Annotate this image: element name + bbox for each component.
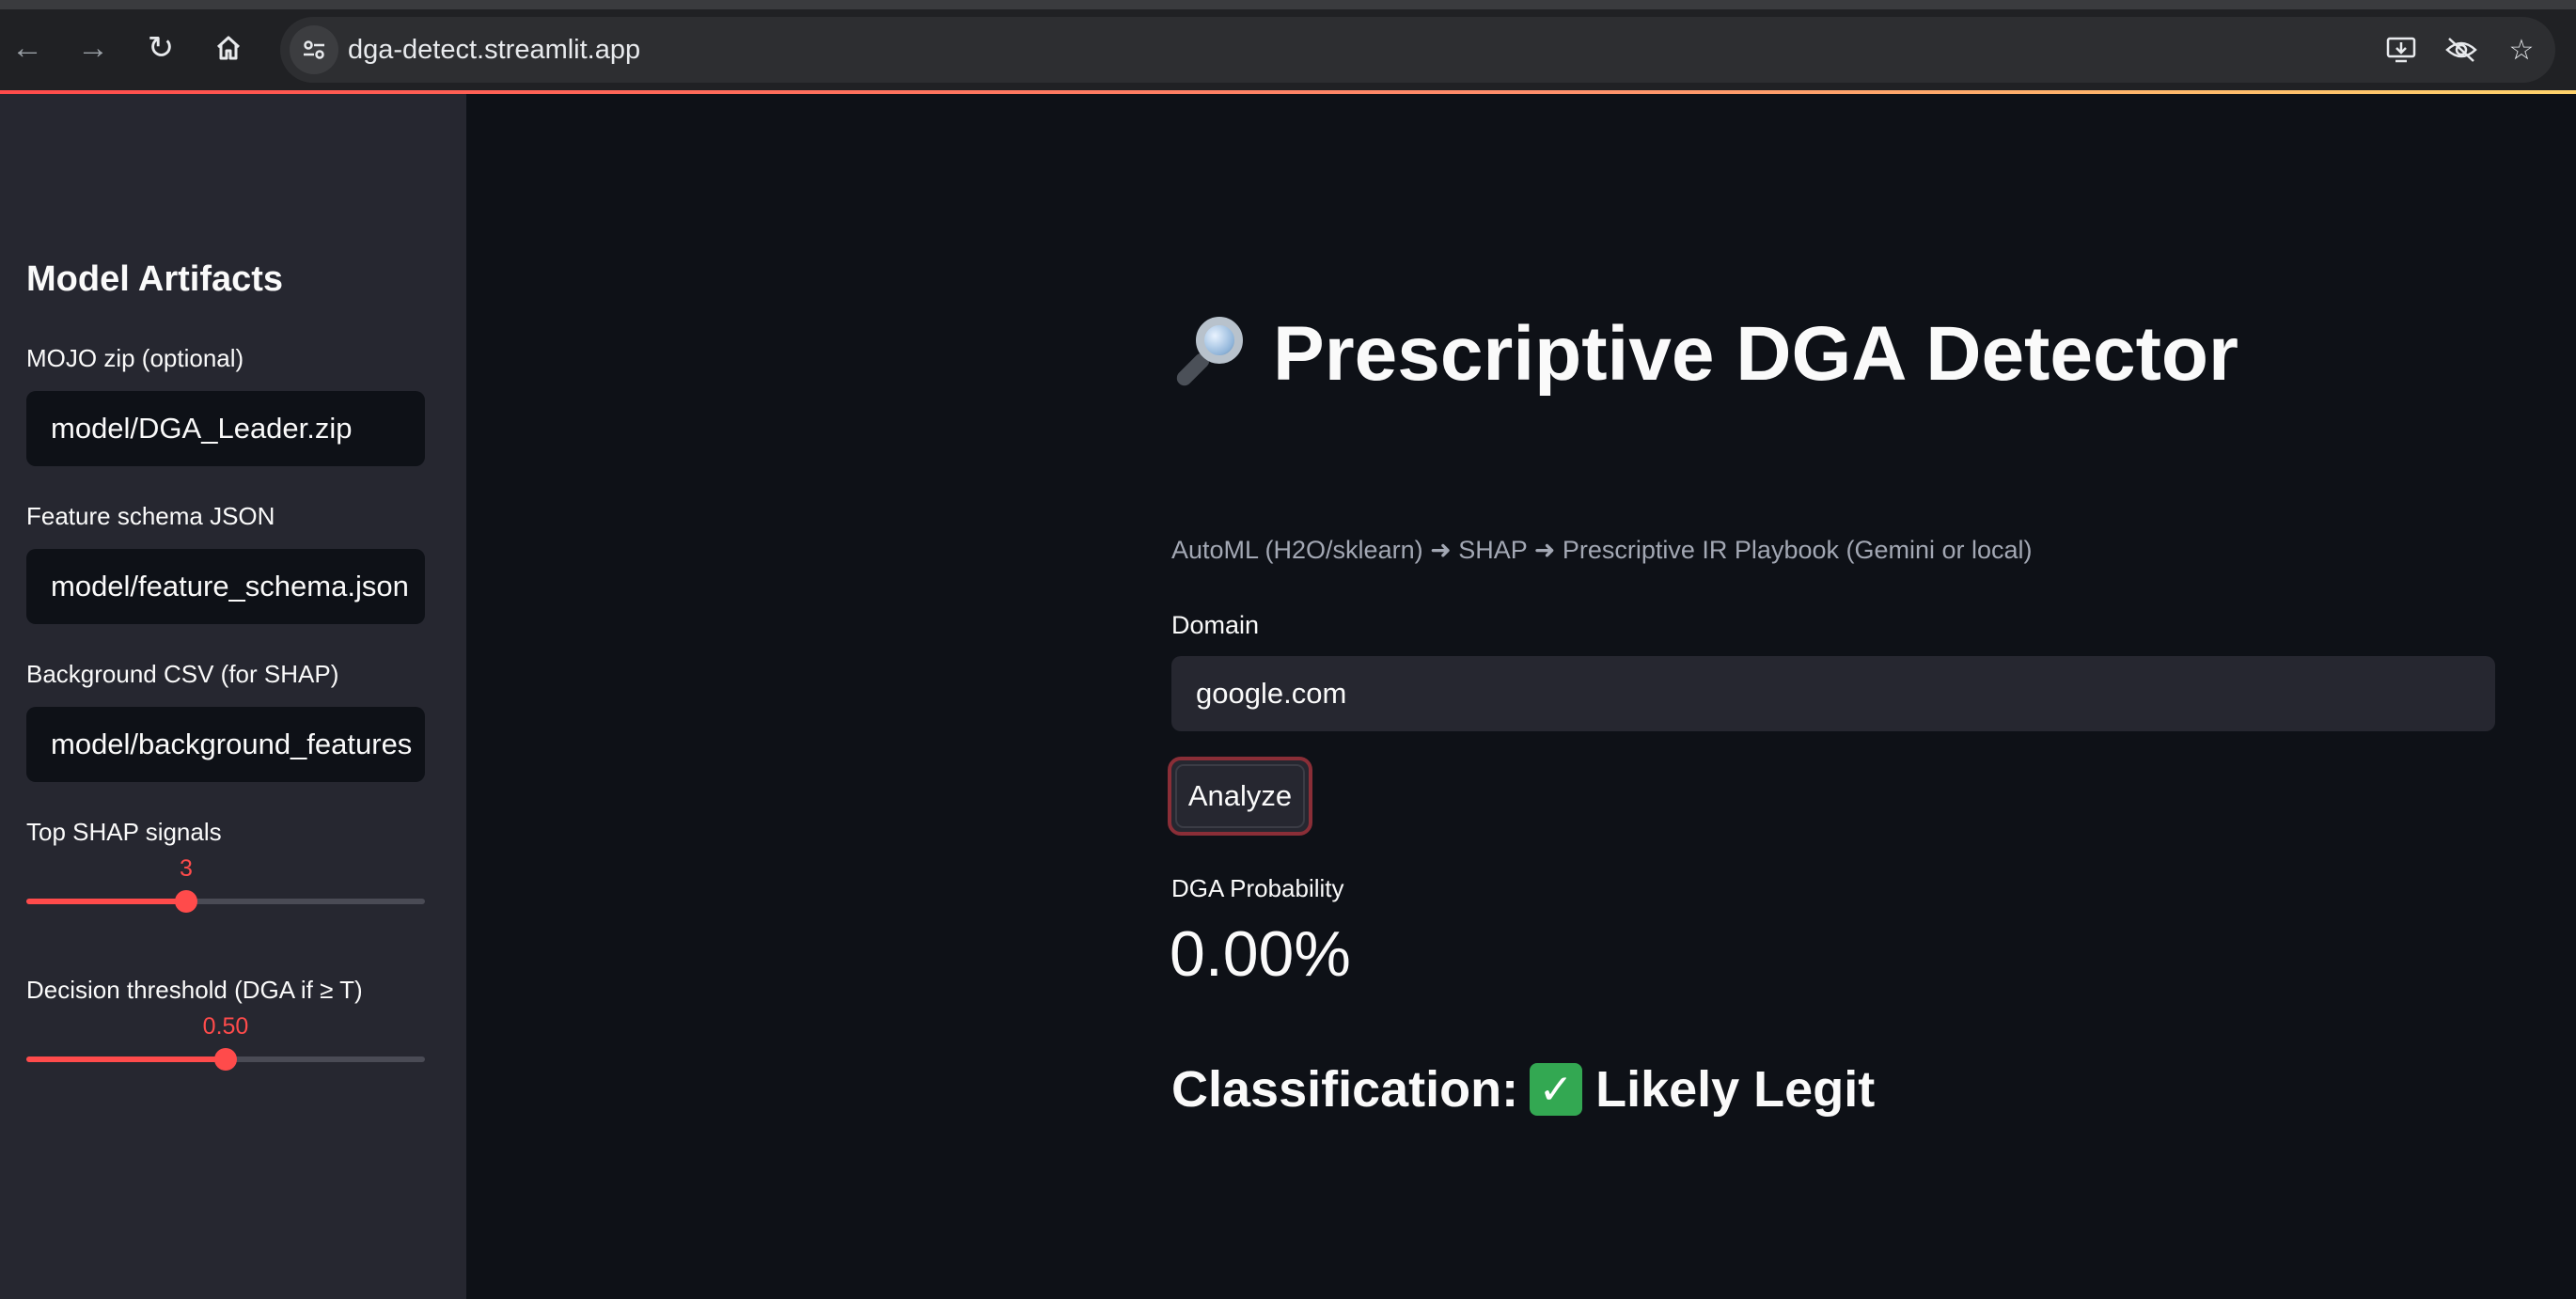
background-csv-label: Background CSV (for SHAP) bbox=[26, 660, 339, 688]
metric-value: 0.00% bbox=[1170, 918, 1351, 990]
main-content: Prescriptive DGA Detector AutoML (H2O/sk… bbox=[466, 94, 2576, 1299]
top-shap-slider[interactable]: 3 bbox=[26, 855, 425, 913]
mojo-zip-input[interactable]: model/DGA_Leader.zip bbox=[26, 391, 425, 466]
slider-value: 3 bbox=[180, 855, 193, 882]
feature-schema-input[interactable]: model/feature_schema.json bbox=[26, 549, 425, 624]
back-icon[interactable]: ← bbox=[2, 23, 53, 73]
sidebar-heading: Model Artifacts bbox=[26, 259, 284, 299]
site-info-icon[interactable] bbox=[290, 25, 338, 74]
analyze-button-label: Analyze bbox=[1175, 764, 1305, 828]
slider-thumb[interactable] bbox=[175, 890, 197, 913]
mojo-zip-label: MOJO zip (optional) bbox=[26, 344, 244, 372]
background-csv-input[interactable]: model/background_features bbox=[26, 707, 425, 782]
metric-label: DGA Probability bbox=[1171, 874, 1344, 902]
slider-fill bbox=[26, 899, 186, 904]
slider-fill bbox=[26, 1056, 226, 1062]
analyze-button[interactable]: Analyze bbox=[1168, 757, 1312, 836]
magnifier-icon bbox=[1171, 311, 1258, 398]
home-icon[interactable] bbox=[203, 23, 254, 73]
forward-icon[interactable]: → bbox=[68, 23, 118, 73]
install-app-icon[interactable] bbox=[2379, 27, 2424, 72]
classification-result: Likely Legit bbox=[1595, 1061, 1876, 1118]
reload-icon[interactable]: ↻ bbox=[135, 23, 186, 73]
url-text[interactable]: dga-detect.streamlit.app bbox=[348, 17, 640, 83]
domain-label: Domain bbox=[1171, 611, 1260, 639]
slider-thumb[interactable] bbox=[214, 1048, 237, 1071]
slider-value: 0.50 bbox=[202, 1013, 249, 1040]
decision-threshold-label: Decision threshold (DGA if ≥ T) bbox=[26, 976, 363, 1004]
classification-prefix: Classification: bbox=[1171, 1061, 1519, 1118]
eye-off-icon[interactable] bbox=[2439, 27, 2484, 72]
address-bar[interactable]: dga-detect.streamlit.app ☆ bbox=[280, 17, 2555, 83]
check-icon: ✓ bbox=[1530, 1063, 1583, 1116]
feature-schema-label: Feature schema JSON bbox=[26, 502, 275, 530]
bookmark-star-icon[interactable]: ☆ bbox=[2499, 27, 2544, 72]
browser-toolbar: ← → ↻ dga-detect.streamlit.app ☆ bbox=[0, 0, 2576, 90]
page-title-text: Prescriptive DGA Detector bbox=[1273, 311, 2238, 397]
domain-input[interactable] bbox=[1171, 656, 2495, 731]
decision-threshold-slider[interactable]: 0.50 bbox=[26, 1013, 425, 1071]
sidebar: Model Artifacts MOJO zip (optional) mode… bbox=[0, 94, 466, 1299]
page-title: Prescriptive DGA Detector bbox=[1171, 310, 2238, 399]
page-subtitle: AutoML (H2O/sklearn) ➜ SHAP ➜ Prescripti… bbox=[1171, 536, 2033, 564]
top-shap-label: Top SHAP signals bbox=[26, 818, 222, 846]
classification-heading: Classification: ✓ Likely Legit bbox=[1171, 1060, 1875, 1119]
